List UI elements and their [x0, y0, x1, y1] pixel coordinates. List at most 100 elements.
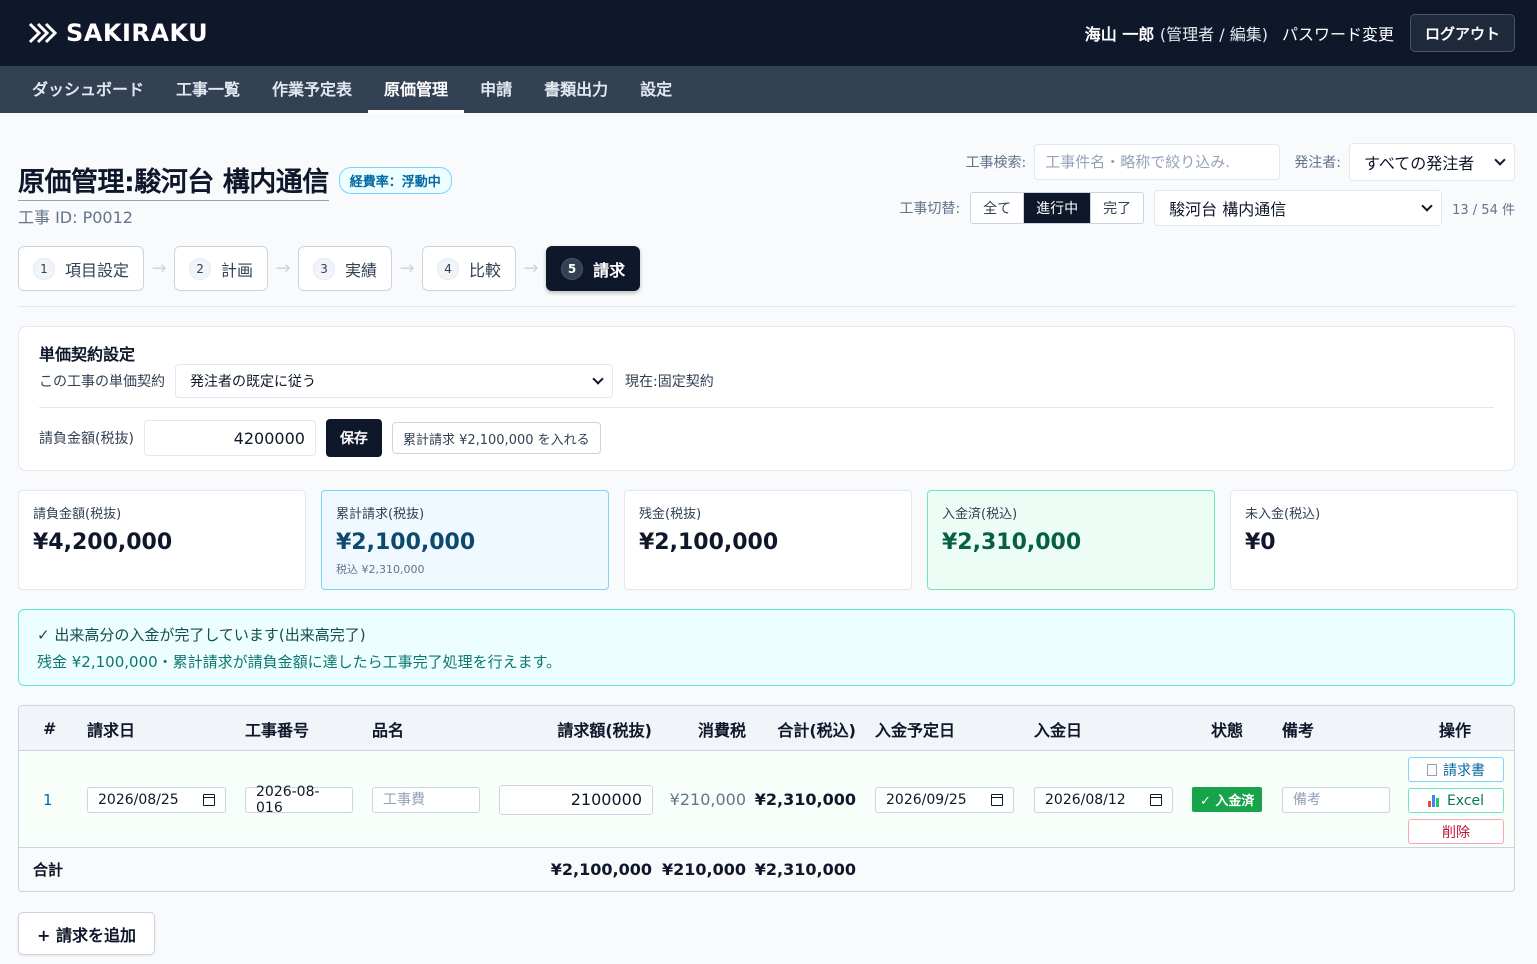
- card-value: ¥2,310,000: [942, 530, 1082, 555]
- project-search-input[interactable]: [1034, 144, 1281, 180]
- nav-dashboard[interactable]: ダッシュボード: [16, 66, 160, 113]
- invoice-button-label: 請求書: [1443, 762, 1485, 779]
- table-footer: 合計 ¥2,100,000 ¥210,000 ¥2,310,000: [19, 848, 1514, 891]
- step-tabs: 1 項目設定 → 2 計画 → 3 実績 → 4 比較 → 5 請求: [18, 246, 641, 291]
- delete-button[interactable]: 削除: [1408, 819, 1504, 844]
- password-change-link[interactable]: パスワード変更: [1282, 21, 1394, 45]
- card-label: 入金済(税込): [942, 507, 1018, 522]
- cell-amount: 2100000: [499, 751, 653, 848]
- col-ops: 操作: [1439, 720, 1472, 740]
- save-button[interactable]: 保存: [325, 419, 382, 457]
- contract-amount-input[interactable]: [143, 420, 316, 456]
- notice-title: ✓ 出来高分の入金が完了しています(出来高完了): [37, 626, 366, 644]
- arrow-right-icon: →: [399, 258, 415, 279]
- footer-total: ¥2,310,000: [754, 860, 856, 879]
- logout-button[interactable]: ログアウト: [1409, 14, 1515, 52]
- logo-chevrons-icon: [28, 22, 58, 44]
- app-logo[interactable]: SAKIRAKU: [28, 19, 208, 47]
- cell-status: ✓ 入金済: [1192, 751, 1263, 848]
- col-tax: 消費税: [697, 720, 746, 740]
- segment-in-progress[interactable]: 進行中: [1024, 193, 1092, 223]
- segment-completed[interactable]: 完了: [1091, 193, 1143, 223]
- nav-settings[interactable]: 設定: [624, 66, 688, 113]
- top-bar: SAKIRAKU 海山 一郎 (管理者 / 編集) パスワード変更 ログアウト: [0, 0, 1537, 66]
- segment-all[interactable]: 全て: [971, 193, 1025, 223]
- add-billing-button[interactable]: + 請求を追加: [18, 912, 155, 955]
- card-sub: 税込 ¥2,310,000: [336, 563, 425, 576]
- user-name: 海山 一郎 (管理者 / 編集): [1085, 21, 1268, 45]
- unit-contract-label: この工事の単価契約: [39, 374, 165, 390]
- cell-date: 2026/08/25: [87, 751, 226, 848]
- step-label: 計画: [221, 260, 254, 280]
- fill-cumulative-button[interactable]: 累計請求 ¥2,100,000 を入れる: [391, 422, 601, 454]
- card-value: ¥2,100,000: [336, 530, 476, 555]
- step-label: 比較: [469, 260, 502, 280]
- footer-amount: ¥2,100,000: [550, 860, 652, 879]
- step-label: 請求: [593, 260, 626, 280]
- unit-contract-select[interactable]: 発注者の既定に従う: [175, 364, 613, 398]
- row-no: 1: [43, 790, 53, 809]
- col-status: 状態: [1211, 720, 1244, 740]
- page-title: 原価管理:駿河台 構内通信: [18, 160, 329, 201]
- step-number: 1: [33, 257, 55, 280]
- project-number-value: 2026-08-016: [256, 783, 320, 816]
- step-plan[interactable]: 2 計画: [174, 246, 269, 291]
- arrow-right-icon: →: [151, 258, 167, 279]
- step-label: 項目設定: [65, 260, 130, 280]
- col-number: 工事番号: [245, 720, 310, 740]
- card-label: 残金(税抜): [639, 507, 702, 522]
- card-label: 累計請求(税抜): [336, 507, 425, 522]
- nav-schedule[interactable]: 作業予定表: [256, 66, 368, 113]
- user-role: (管理者 / 編集): [1159, 25, 1268, 44]
- calendar-icon[interactable]: [1150, 793, 1162, 806]
- paid-date-input[interactable]: 2026/08/12: [1034, 786, 1173, 813]
- item-name-input[interactable]: [372, 786, 480, 813]
- billing-date-input[interactable]: 2026/08/25: [87, 786, 226, 813]
- card-paid: 入金済(税込) ¥2,310,000: [927, 490, 1215, 590]
- card-label: 未入金(税込): [1245, 507, 1321, 522]
- card-value: ¥0: [1245, 530, 1276, 555]
- arrow-right-icon: →: [275, 258, 291, 279]
- project-count: 13 / 54 件: [1452, 202, 1515, 218]
- calendar-icon[interactable]: [203, 793, 215, 806]
- project-id: 工事 ID: P0012: [18, 208, 133, 227]
- billing-table: # 請求日 工事番号 品名 請求額(税抜) 消費税 合計(税込) 入金予定日 入…: [18, 705, 1515, 892]
- excel-button[interactable]: Excel: [1408, 788, 1504, 813]
- card-contract-amount: 請負金額(税抜) ¥4,200,000: [18, 490, 306, 590]
- col-due: 入金予定日: [875, 720, 956, 740]
- paid-date-value: 2026/08/12: [1045, 791, 1126, 808]
- arrow-right-icon: →: [523, 258, 539, 279]
- step-label: 実績: [345, 260, 378, 280]
- card-remaining: 残金(税抜) ¥2,100,000: [624, 490, 912, 590]
- note-input[interactable]: [1282, 786, 1390, 813]
- client-select[interactable]: すべての発注者: [1349, 143, 1515, 181]
- cell-number: 2026-08-016: [245, 751, 353, 848]
- project-select-value: 駿河台 構内通信: [1169, 200, 1287, 219]
- cell-tax: ¥210,000: [669, 790, 746, 809]
- col-amount: 請求額(税抜): [557, 720, 652, 740]
- step-number: 2: [189, 257, 212, 280]
- project-select[interactable]: 駿河台 構内通信: [1154, 190, 1443, 226]
- step-billing[interactable]: 5 請求: [546, 246, 641, 291]
- invoice-button[interactable]: 請求書: [1408, 757, 1504, 782]
- cell-note: [1282, 751, 1390, 848]
- rate-badge: 経費率：浮動中: [338, 167, 452, 194]
- table-header: # 請求日 工事番号 品名 請求額(税抜) 消費税 合計(税込) 入金予定日 入…: [19, 706, 1514, 751]
- col-item: 品名: [372, 720, 405, 740]
- nav-documents[interactable]: 書類出力: [528, 66, 624, 113]
- completion-notice: ✓ 出来高分の入金が完了しています(出来高完了) 残金 ¥2,100,000・累…: [18, 609, 1515, 686]
- step-number: 5: [561, 257, 584, 280]
- project-number-input[interactable]: 2026-08-016: [245, 783, 353, 816]
- billing-amount-value: 2100000: [570, 790, 642, 809]
- nav-projects[interactable]: 工事一覧: [160, 66, 256, 113]
- due-date-input[interactable]: 2026/09/25: [875, 786, 1014, 813]
- nav-applications[interactable]: 申請: [464, 66, 528, 113]
- nav-cost-management[interactable]: 原価管理: [368, 66, 465, 113]
- step-actual[interactable]: 3 実績: [298, 246, 393, 291]
- step-item-settings[interactable]: 1 項目設定: [18, 246, 145, 291]
- status-badge: ✓ 入金済: [1192, 787, 1263, 812]
- billing-amount-input[interactable]: 2100000: [499, 784, 653, 815]
- step-compare[interactable]: 4 比較: [422, 246, 517, 291]
- calendar-icon[interactable]: [991, 793, 1003, 806]
- client-label: 発注者:: [1294, 155, 1341, 171]
